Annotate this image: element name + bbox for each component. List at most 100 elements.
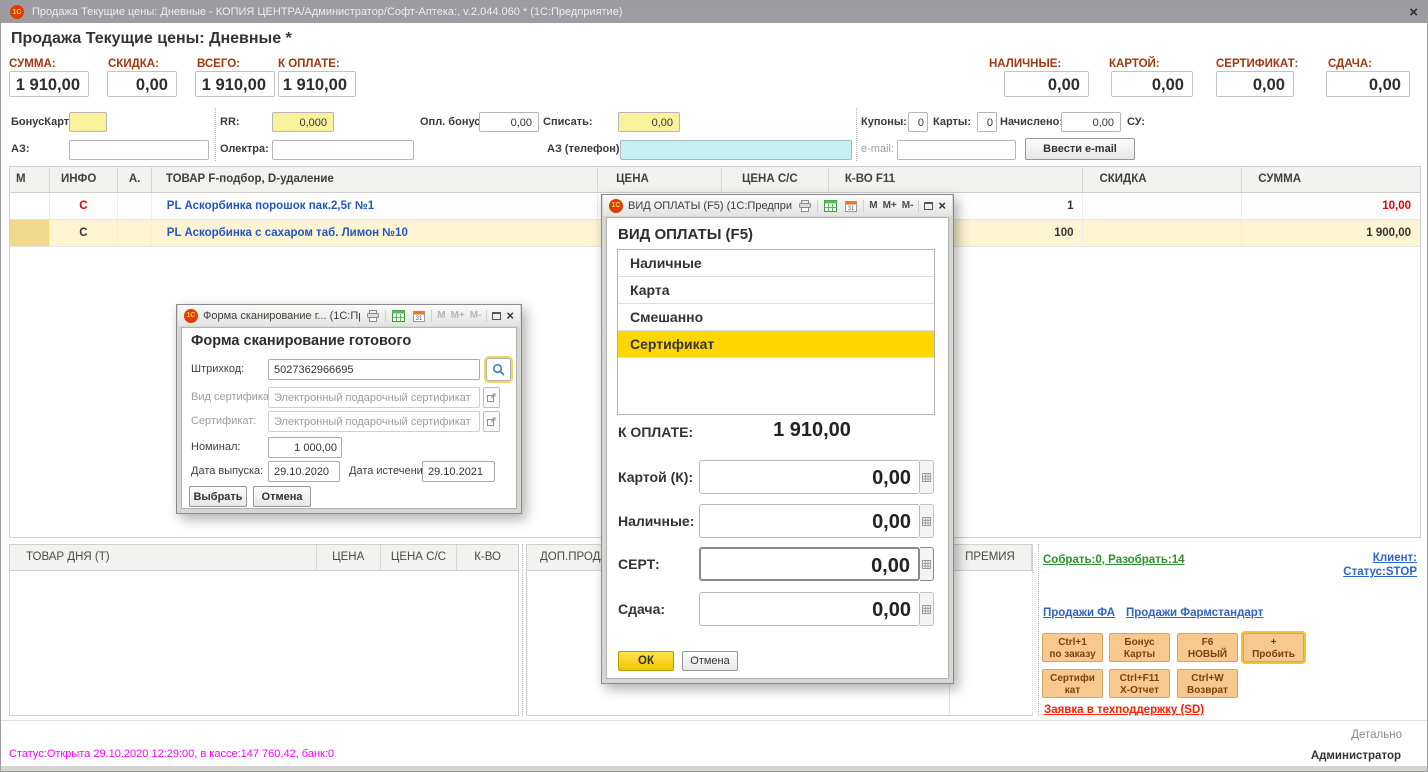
calculator-mini-icon[interactable] [920,460,934,494]
barcode-input[interactable]: 5027362966695 [268,359,480,380]
bonus-card-input[interactable] [69,112,107,132]
calendar-icon[interactable]: 31 [843,199,858,213]
scan-dialog-heading: Форма сканирование готового [191,333,411,349]
writeoff-input[interactable]: 0,00 [618,112,680,132]
print-icon[interactable] [797,199,812,213]
payment-option-cash[interactable]: Наличные [618,250,934,277]
payment-options-list: Наличные Карта Смешанно Сертификат [617,249,935,415]
app-window: 1С Продажа Текущие цены: Дневные - КОПИЯ… [0,0,1428,772]
cell-info: С [50,220,118,247]
az-phone-input[interactable] [620,140,852,160]
rr-label: RR: [220,116,240,128]
dialog-to-pay-label: К ОПЛАТЕ: [618,424,693,440]
olektra-input[interactable] [272,140,414,160]
issue-date-input[interactable]: 29.10.2020 [268,461,340,482]
certificate-value: 0,00 [1216,71,1294,97]
discount-label: СКИДКА: [108,58,159,70]
divider [817,200,818,212]
button-line2: Карты [1110,649,1169,661]
payment-option-mixed[interactable]: Смешанно [618,304,934,331]
memory-button[interactable]: M [869,200,877,211]
cancel-button[interactable]: Отмена [682,651,738,671]
bonus-cards-button[interactable]: Бонус Карты [1109,633,1170,662]
button-line2: Возврат [1178,685,1237,697]
punch-button[interactable]: + Пробить [1243,633,1304,662]
return-button[interactable]: Ctrl+W Возврат [1177,669,1238,698]
calculator-icon[interactable] [391,309,406,323]
memory-minus-button[interactable]: M- [470,310,482,321]
cell-item-name: PL Аскорбинка с сахаром таб. Лимон №10 [152,220,598,247]
memory-plus-button[interactable]: M+ [451,310,465,321]
discount-value: 0,00 [107,71,177,97]
close-icon[interactable]: × [506,308,514,323]
cert-open-button[interactable] [483,411,500,432]
support-request-link[interactable]: Заявка в техподдержку (SD) [1044,704,1204,716]
calculator-mini-icon[interactable] [920,592,934,626]
payment-option-card[interactable]: Карта [618,277,934,304]
detail-link[interactable]: Детально [1351,729,1402,741]
ctrl1-order-button[interactable]: Ctrl+1 по заказу [1042,633,1103,662]
print-icon[interactable] [365,309,380,323]
cash-value: 0,00 [1004,71,1089,97]
coupons-label: Купоны: [861,116,907,128]
close-icon[interactable]: × [938,198,946,213]
card-value: 0,00 [1111,71,1193,97]
memory-button[interactable]: M [437,310,445,321]
maximize-icon[interactable] [492,312,501,320]
button-line2: по заказу [1043,649,1102,661]
x-report-button[interactable]: Ctrl+F11 Х-Отчет [1109,669,1170,698]
az-phone-label: АЗ (телефон): [547,143,623,155]
calculator-mini-icon[interactable] [920,547,934,581]
memory-plus-button[interactable]: M+ [883,200,897,211]
expiry-date-input[interactable]: 29.10.2021 [422,461,495,482]
cert-field-input[interactable]: 0,00 [699,547,920,581]
payment-option-certificate-selected[interactable]: Сертификат [618,331,934,358]
col-day-qty: К-ВО [457,545,518,570]
sales-fa-link[interactable]: Продажи ФА [1043,607,1115,619]
divider [486,310,487,322]
f6-new-button[interactable]: F6 НОВЫЙ [1177,633,1238,662]
coupons-input[interactable]: 0 [908,112,928,132]
cert-type-open-button[interactable] [483,387,500,408]
nominal-input[interactable]: 1 000,00 [268,437,342,458]
window-close-icon[interactable]: × [1409,5,1418,20]
cancel-button[interactable]: Отмена [253,486,311,507]
dialog-to-pay-value: 1 910,00 [712,419,912,442]
calculator-icon[interactable] [823,199,838,213]
cell-discount [1083,220,1242,247]
certificate-button[interactable]: Сертифи кат [1042,669,1103,698]
email-input[interactable] [897,140,1016,160]
memory-minus-button[interactable]: M- [902,200,914,211]
cards-count-input[interactable]: 0 [977,112,997,132]
cert-input: Электронный подарочный сертификат [268,411,480,432]
issue-date-label: Дата выпуска: [191,465,263,477]
enter-email-button[interactable]: Ввести e-mail [1025,138,1135,160]
svg-text:31: 31 [847,206,854,212]
olektra-label: Олектра: [220,143,269,155]
accrued-input[interactable]: 0,00 [1061,112,1121,132]
collect-disassemble-link[interactable]: Собрать:0, Разобрать:14 [1043,554,1185,566]
divider [1,720,1428,721]
az-input[interactable] [69,140,209,160]
client-status-link[interactable]: Клиент: Статус:STOP [1343,551,1417,579]
pay-bonus-input[interactable]: 0,00 [479,112,539,132]
col-day-price: ЦЕНА [317,545,381,570]
cash-field-input[interactable]: 0,00 [699,504,920,538]
client-link-line1: Клиент: [1343,551,1417,565]
cell-info: С [50,193,118,220]
sales-pharmstandart-link[interactable]: Продажи Фармстандарт [1126,607,1263,619]
select-button[interactable]: Выбрать [189,486,247,507]
ok-button[interactable]: ОК [618,651,674,671]
calculator-mini-icon[interactable] [920,504,934,538]
by-card-input[interactable]: 0,00 [699,460,920,494]
maximize-icon[interactable] [924,202,933,210]
change-field-input[interactable]: 0,00 [699,592,920,626]
calendar-icon[interactable]: 31 [411,309,426,323]
day-table-header: ТОВАР ДНЯ (Т) ЦЕНА ЦЕНА С/С К-ВО [10,545,518,571]
barcode-search-button[interactable] [486,358,511,381]
window-titlebar: 1С Продажа Текущие цены: Дневные - КОПИЯ… [1,1,1427,23]
rr-input[interactable]: 0,000 [272,112,334,132]
button-line1: Ctrl+W [1178,673,1237,685]
su-label: СУ: [1127,116,1145,128]
button-line2: Х-Отчет [1110,685,1169,697]
